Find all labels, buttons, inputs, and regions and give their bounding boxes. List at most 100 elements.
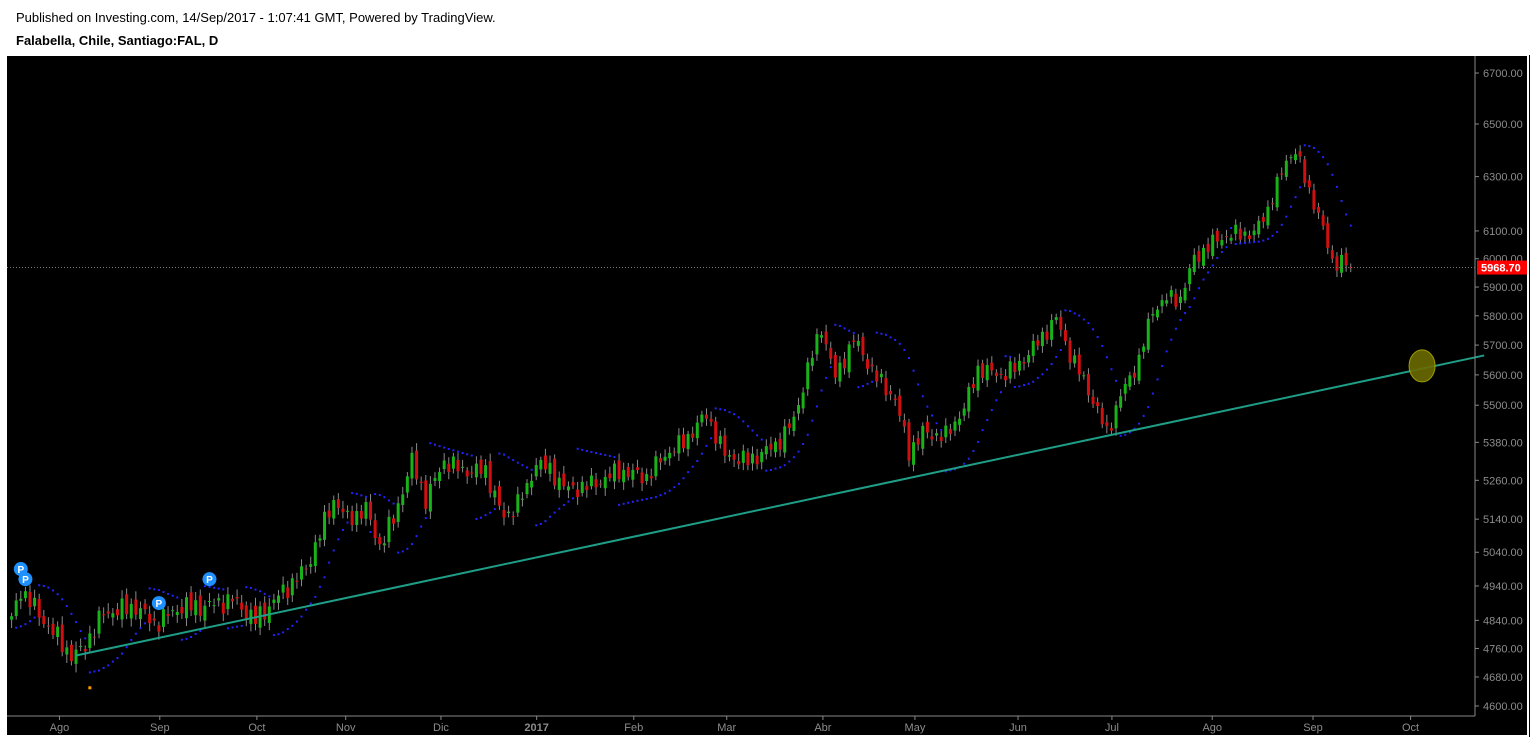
sar-dot	[360, 494, 363, 497]
sar-dot	[429, 442, 432, 445]
sar-dot	[19, 625, 22, 628]
candle-body	[323, 511, 327, 540]
candle-body	[1183, 287, 1187, 301]
candle-body	[138, 608, 142, 620]
sar-dot	[820, 389, 823, 392]
candle-body	[364, 502, 368, 519]
sar-dot	[1000, 391, 1003, 394]
sar-dot	[1271, 234, 1274, 237]
candle-body	[1128, 375, 1132, 387]
sar-dot	[733, 413, 736, 416]
sar-dot	[664, 492, 667, 495]
sar-dot	[926, 405, 929, 408]
candle-body	[755, 455, 759, 465]
candle-body	[626, 466, 630, 477]
candle-body	[893, 398, 897, 400]
pivot-marker[interactable]: P	[18, 572, 33, 587]
candle-body	[1082, 375, 1086, 377]
sar-dot	[507, 456, 510, 459]
candle-body	[866, 359, 870, 369]
candle-body	[106, 611, 110, 614]
sar-dot	[1110, 368, 1113, 371]
y-tick-label: 5040.00	[1483, 547, 1523, 559]
pivot-marker[interactable]: P	[151, 596, 166, 611]
candle-body	[1027, 355, 1031, 363]
candle-body	[244, 605, 248, 620]
sar-dot	[516, 461, 519, 464]
sar-dot	[884, 333, 887, 336]
candle-body	[810, 357, 814, 366]
sar-dot	[1184, 312, 1187, 315]
sar-dot	[894, 338, 897, 341]
candle-body	[1165, 300, 1169, 304]
sar-dot	[1124, 433, 1127, 436]
y-tick-label: 4940.00	[1483, 581, 1523, 593]
candle-body	[534, 465, 538, 477]
price-chart[interactable]: PPPP 6700.006500.006300.006100.006000.00…	[5, 55, 1530, 737]
pivot-marker[interactable]: P	[202, 572, 217, 587]
sar-dot	[682, 477, 685, 480]
sar-dot	[332, 549, 335, 552]
candle-body	[1045, 331, 1049, 340]
sar-dot	[180, 638, 183, 641]
sar-dot	[15, 626, 18, 629]
sar-dot	[1161, 364, 1164, 367]
sar-dot	[539, 522, 542, 525]
sar-dot	[475, 517, 478, 520]
sar-dot	[1078, 314, 1081, 317]
candle-body	[1192, 254, 1196, 273]
candle-body	[847, 344, 851, 373]
sar-dot	[742, 420, 745, 423]
sar-dot	[737, 416, 740, 419]
sar-dot	[829, 366, 832, 369]
sar-dot	[530, 468, 533, 471]
sar-dot	[107, 664, 110, 667]
candle-body	[1321, 215, 1325, 226]
candle-body	[833, 354, 837, 378]
candle-body	[125, 594, 129, 615]
sar-dot	[838, 324, 841, 327]
candle-body	[1096, 402, 1100, 407]
candle-body	[645, 474, 649, 481]
sar-dot	[599, 453, 602, 456]
candle-body	[235, 597, 239, 599]
candle-body	[28, 592, 32, 608]
sar-dot	[38, 584, 41, 587]
highlight-ellipse[interactable]	[1408, 349, 1436, 383]
sar-dot	[1188, 305, 1191, 308]
sar-dot	[687, 471, 690, 474]
sar-dot	[1317, 150, 1320, 153]
candle-body	[1261, 217, 1265, 222]
sar-dot	[56, 593, 59, 596]
candle-body	[585, 485, 589, 491]
sar-dot	[1092, 328, 1095, 331]
sar-dot	[374, 493, 377, 496]
candle-body	[433, 478, 437, 481]
candle-body	[424, 480, 428, 509]
sar-dot	[415, 535, 418, 538]
candle-body	[774, 441, 778, 453]
sar-dot	[134, 632, 137, 635]
sar-dot	[1262, 239, 1265, 242]
sar-dot	[323, 576, 326, 579]
sar-dot	[410, 543, 413, 546]
candle-body	[56, 626, 60, 637]
sar-dot	[392, 502, 395, 505]
sar-dot	[75, 621, 78, 624]
candle-body	[465, 470, 469, 477]
candle-body	[617, 460, 621, 480]
sar-dot	[121, 652, 124, 655]
candle-body	[184, 597, 188, 619]
sar-dot	[125, 646, 128, 649]
candle-body	[801, 392, 805, 409]
sar-dot	[1280, 223, 1283, 226]
y-tick-label: 5260.00	[1483, 475, 1523, 487]
candle-body	[83, 649, 87, 652]
sar-dot	[190, 636, 193, 639]
y-tick-label: 5800.00	[1483, 311, 1523, 323]
candle	[424, 475, 428, 515]
sar-dot	[254, 588, 257, 591]
candle-body	[649, 476, 653, 479]
candle-body	[143, 603, 147, 610]
candle-body	[346, 510, 350, 512]
